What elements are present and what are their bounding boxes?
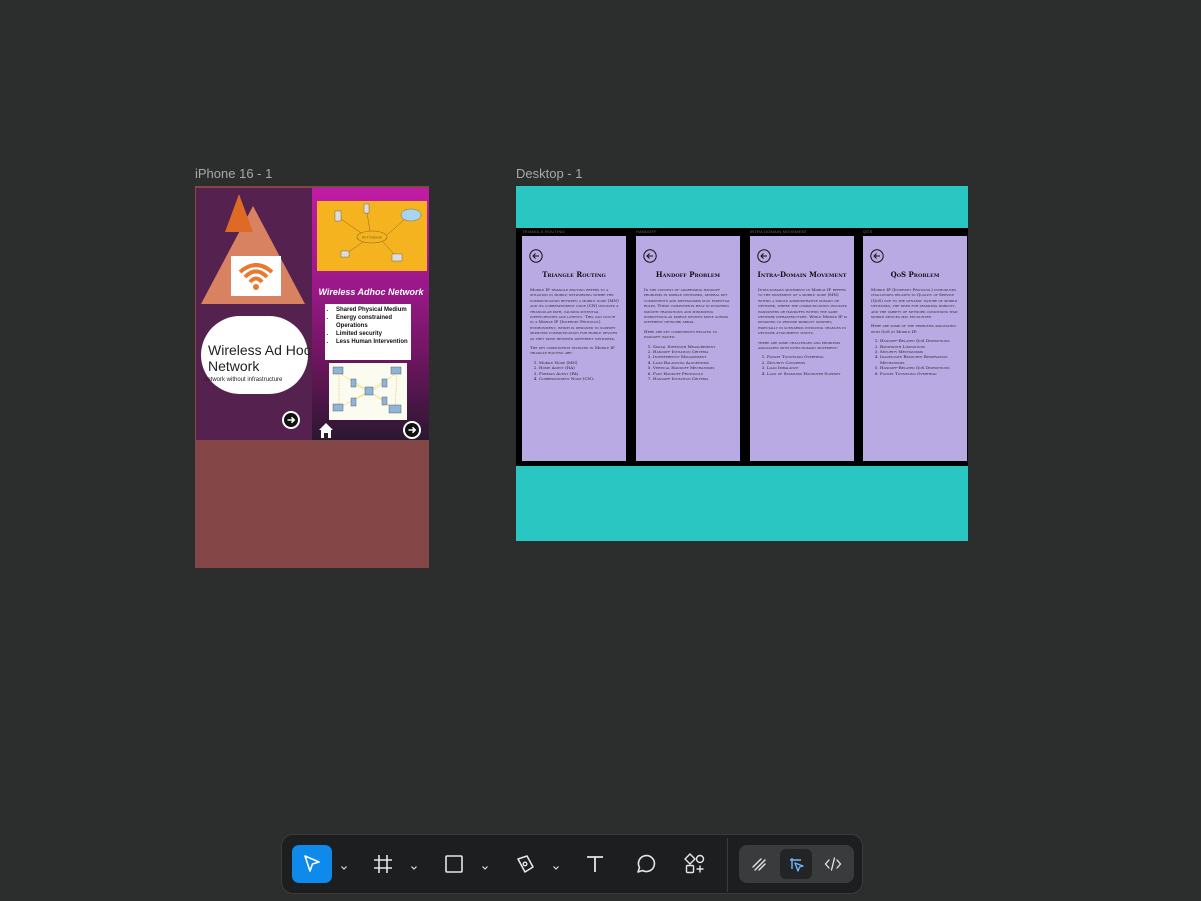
feature-list: Shared Physical Medium Energy constraine… (325, 304, 411, 360)
mode-switcher (739, 845, 854, 883)
chevron-down-icon[interactable] (410, 859, 418, 877)
pen-icon (517, 855, 534, 873)
card-column: QOS QoS Problem Mobile IP (Internet Prot… (863, 228, 973, 466)
card-body: Mobile IP (Internet Protocol) introduces… (871, 287, 961, 376)
dev-mode-button[interactable] (817, 849, 849, 879)
feature-item: Energy constrained Operations (336, 314, 408, 330)
svg-text:Wi-Fi Network: Wi-Fi Network (362, 236, 382, 240)
cursor-icon (304, 855, 320, 872)
feature-item: Less Human Intervention (336, 338, 408, 346)
desktop-frame[interactable]: TRIANGLE ROUTING Triangle Routing Mobile… (516, 186, 968, 541)
card-title: Triangle Routing (542, 270, 606, 279)
card-column: INTRA DOMAIN MOVEMENT Intra-Domain Movem… (750, 228, 860, 466)
text-tool-button[interactable] (582, 845, 608, 883)
card-list-item: Correspondent Node (CN): (539, 376, 620, 381)
frame-icon (374, 855, 392, 873)
card-tag: INTRA DOMAIN MOVEMENT (750, 229, 808, 234)
card-handoff-problem[interactable]: Handoff Problem In the context of addres… (636, 236, 740, 461)
card-tag: TRIANGLE ROUTING (522, 229, 565, 234)
card-column: TRIANGLE ROUTING Triangle Routing Mobile… (522, 228, 632, 466)
wifi-icon (231, 256, 281, 296)
comment-tool-button[interactable] (633, 845, 659, 883)
back-arrow-icon[interactable] (643, 249, 657, 268)
card-triangle-routing[interactable]: Triangle Routing Mobile IP triangle rout… (522, 236, 626, 461)
card-tag: QOS (863, 229, 873, 234)
arrow-right-icon[interactable] (282, 411, 300, 429)
card-paragraph: The key components involved in Mobile IP… (530, 345, 615, 356)
card-title: Handoff Problem (655, 270, 721, 279)
shape-tool-button[interactable] (441, 845, 467, 883)
frame-label-desktop[interactable]: Desktop - 1 (516, 166, 582, 181)
card-paragraph: Here are key components related to hando… (644, 328, 718, 340)
rectangle-icon (445, 855, 463, 873)
iphone-screen-1: Wireless Ad Hoc Network network without … (196, 188, 312, 440)
network-diagram-image: Wi-Fi Network (317, 201, 427, 271)
card-tag: HANDOFF (636, 229, 657, 234)
chevron-down-icon[interactable] (481, 859, 489, 877)
card-list-item: Handoff Initiation Criteria (653, 376, 734, 381)
screen1-subtitle: network without infrastructure (204, 377, 283, 383)
card-paragraph: Mobile IP triangle routing refers to a s… (530, 287, 619, 341)
back-arrow-icon[interactable] (529, 249, 543, 268)
card-list-item: Handoff-Related QoS Disruptions (880, 338, 961, 343)
design-icon (790, 858, 804, 872)
home-icon[interactable] (317, 421, 335, 440)
chevron-down-icon[interactable] (340, 859, 348, 877)
iphone-frame[interactable]: Wireless Ad Hoc Network network without … (195, 186, 429, 568)
card-list-item: Inadequate Resource Reservation Mechanis… (880, 354, 961, 365)
card-list-item: Packet Tunneling Overhead (880, 371, 961, 376)
text-icon (587, 856, 603, 872)
frame-label-iphone[interactable]: iPhone 16 - 1 (195, 166, 272, 181)
card-paragraph: In the context of addressing handoff pro… (644, 287, 730, 325)
card-list-item: Handoff-Related QoS Disruptions (880, 365, 961, 370)
card-qos-problem[interactable]: QoS Problem Mobile IP (Internet Protocol… (863, 236, 967, 461)
adhoc-devices-image (329, 363, 407, 420)
bottom-toolbar (281, 834, 863, 894)
card-paragraph: Mobile IP (Internet Protocol) introduces… (871, 287, 958, 320)
move-tool-button[interactable] (292, 845, 332, 883)
card-paragraph: Here are some of the problems associated… (871, 323, 956, 334)
screen2-title: Wireless Adhoc Network (318, 287, 424, 297)
pen-tool-button[interactable] (512, 845, 538, 883)
feature-item: Limited security (336, 330, 408, 338)
shapes-plus-icon (684, 853, 705, 874)
card-body: Intra-domain movement in Mobile IP refer… (758, 287, 848, 376)
screen1-title: Wireless Ad Hoc Network (208, 342, 311, 374)
card-title: QoS Problem (890, 270, 940, 279)
actions-tool-button[interactable] (682, 845, 708, 883)
card-body: Mobile IP triangle routing refers to a s… (530, 287, 620, 382)
chevron-down-icon[interactable] (552, 859, 560, 877)
card-body: In the context of addressing handoff pro… (644, 287, 734, 382)
frame-tool-button[interactable] (370, 845, 396, 883)
draw-mode-button[interactable] (743, 849, 775, 879)
feature-item: Shared Physical Medium (336, 306, 408, 314)
card-paragraph: Intra-domain movement in Mobile IP refer… (758, 287, 848, 336)
card-paragraph: there are some challenges and problems a… (758, 339, 841, 351)
card-column: HANDOFF Handoff Problem In the context o… (636, 228, 746, 466)
card-intra-domain-movement[interactable]: Intra-Domain Movement Intra-domain movem… (750, 236, 854, 461)
back-arrow-icon[interactable] (757, 249, 771, 268)
comment-icon (637, 854, 656, 873)
design-mode-button[interactable] (780, 849, 812, 879)
cards-strip: TRIANGLE ROUTING Triangle Routing Mobile… (516, 228, 968, 466)
draw-icon (752, 858, 766, 871)
card-title: Intra-Domain Movement (757, 270, 847, 279)
toolbar-divider (727, 838, 728, 892)
arrow-right-icon[interactable] (403, 421, 421, 439)
small-triangle-graphic (225, 194, 253, 232)
code-icon (824, 857, 842, 871)
back-arrow-icon[interactable] (870, 249, 884, 268)
iphone-screen-2: Wi-Fi Network Wireless Adhoc Network Sha… (312, 188, 429, 440)
card-list-item: Lack of Seamless Handover Support (767, 371, 848, 376)
